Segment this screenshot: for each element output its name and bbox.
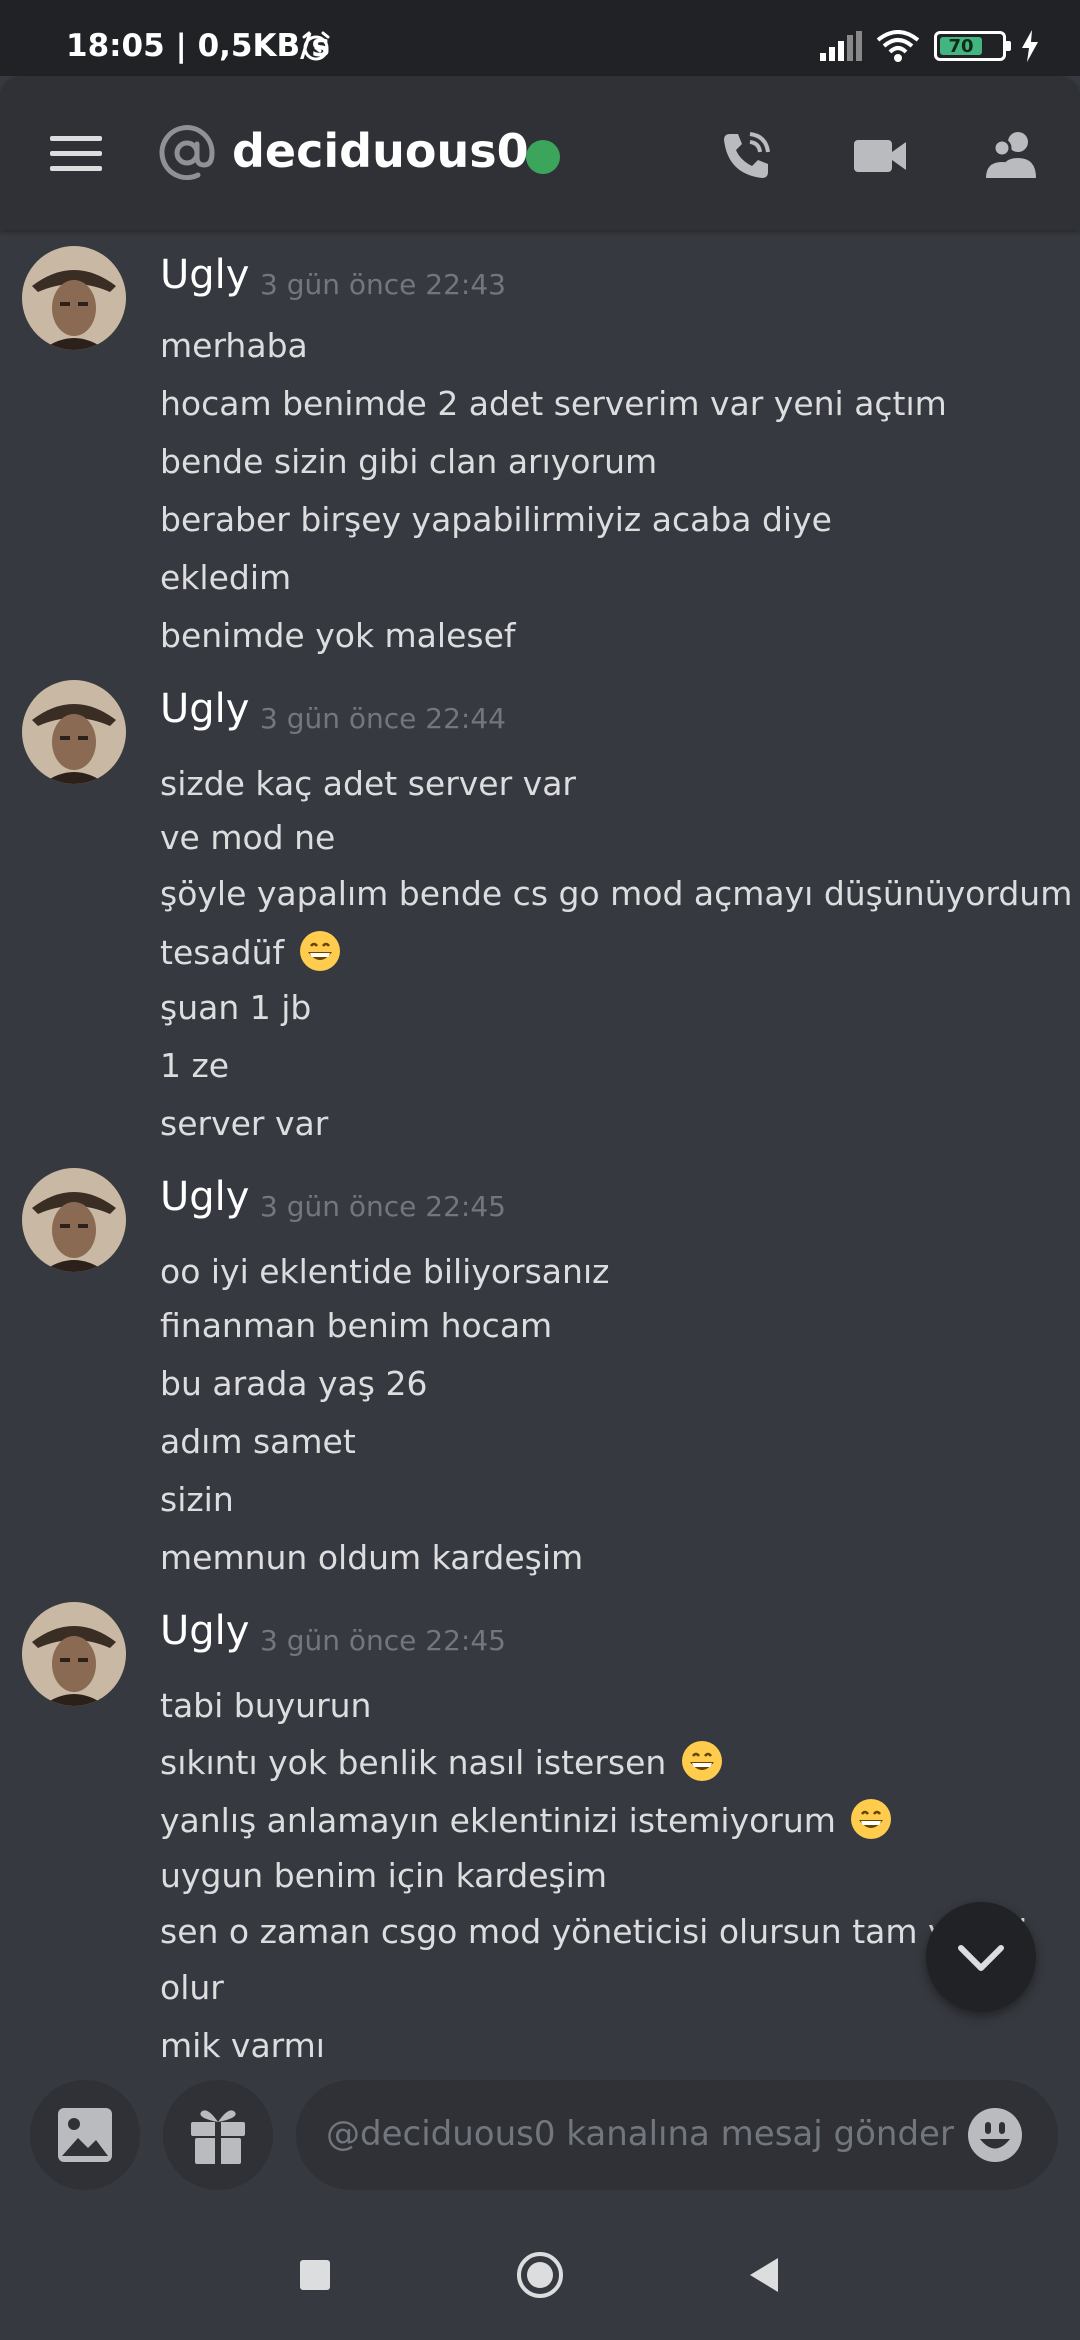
message-line: memnun oldum kardeşim [160, 1538, 584, 1577]
scroll-to-bottom-button[interactable] [926, 1902, 1036, 2012]
at-icon [159, 125, 215, 181]
message-text: sıkıntı yok benlik nasıl istersen [160, 1743, 667, 1782]
status-icons: 70 [818, 30, 1040, 62]
message-timestamp: 3 gün önce 22:44 [260, 702, 506, 735]
channel-header: deciduous0 [0, 76, 1080, 230]
battery-level: 70 [940, 36, 982, 57]
message-text: tesadüf [160, 933, 285, 972]
channel-name[interactable]: deciduous0 [232, 124, 529, 178]
grin-emoji-icon [299, 931, 340, 971]
signal-icon [820, 31, 862, 61]
avatar[interactable] [22, 1602, 126, 1706]
message-timestamp: 3 gün önce 22:45 [260, 1624, 506, 1657]
message-line: oo iyi eklentide biliyorsanız [160, 1252, 610, 1291]
message-line: şuan 1 jb [160, 988, 312, 1027]
message-line: sizde kaç adet server var [160, 764, 576, 803]
wifi-icon [876, 30, 920, 62]
gift-button[interactable] [163, 2080, 273, 2190]
message-line: hocam benimde 2 adet serverim var yeni a… [160, 384, 947, 423]
message-line: mik varmı [160, 2026, 325, 2060]
home-button[interactable] [515, 2250, 565, 2300]
status-bar: 18:05 | 0,5KB/s 70 [0, 0, 1080, 76]
battery-icon: 70 [934, 31, 1011, 61]
call-icon[interactable] [718, 128, 774, 184]
message-line: bu arada yaş 26 [160, 1364, 428, 1403]
charging-icon [1022, 30, 1038, 62]
system-navigation-bar [0, 2210, 1080, 2340]
chevron-down-icon [958, 1945, 1004, 1971]
message-line: ve mod ne [160, 818, 336, 857]
message-line: şöyle yapalım bende cs go mod açmayı düş… [160, 874, 1073, 913]
message-text: yanlış anlamayın eklentinizi istemiyorum [160, 1801, 836, 1840]
avatar[interactable] [22, 1168, 126, 1272]
message-line: bende sizin gibi clan arıyorum [160, 442, 658, 481]
grin-emoji-icon [851, 1799, 892, 1839]
message-line: finanman benim hocam [160, 1306, 553, 1345]
menu-icon[interactable] [50, 136, 102, 172]
message-line: server var [160, 1104, 329, 1143]
alarm-icon [302, 31, 330, 61]
message-line: 1 ze [160, 1046, 230, 1085]
message-line: uygun benim için kardeşim [160, 1856, 608, 1895]
message-line: benimde yok malesef [160, 616, 516, 655]
message-line: beraber birşey yapabilirmiyiz acaba diye [160, 500, 832, 539]
message-author[interactable]: Ugly [160, 1174, 249, 1220]
message-line: ekledim [160, 558, 292, 597]
video-icon[interactable] [852, 128, 908, 184]
members-icon[interactable] [984, 128, 1040, 184]
message-line: olur [160, 1968, 224, 2007]
message-line: yanlış anlamayın eklentinizi istemiyorum [160, 1798, 892, 1840]
image-icon [58, 2108, 112, 2162]
avatar[interactable] [22, 680, 126, 784]
message-author[interactable]: Ugly [160, 252, 249, 298]
status-time: 18:05 | 0,5KB/s [66, 28, 330, 64]
message-line: merhaba [160, 326, 308, 365]
message-input-placeholder: @deciduous0 kanalına mesaj gönder [326, 2114, 954, 2154]
message-author[interactable]: Ugly [160, 686, 249, 732]
avatar[interactable] [22, 246, 126, 350]
online-status-dot [526, 140, 560, 174]
message-line: tabi buyurun [160, 1686, 372, 1725]
message-line: sen o zaman csgo mod yöneticisi olursun … [160, 1912, 1028, 1951]
back-button[interactable] [740, 2250, 790, 2300]
message-timestamp: 3 gün önce 22:45 [260, 1190, 506, 1223]
message-timestamp: 3 gün önce 22:43 [260, 268, 506, 301]
grin-emoji-icon [681, 1741, 722, 1781]
message-composer: @deciduous0 kanalına mesaj gönder [0, 2060, 1080, 2210]
recents-button[interactable] [290, 2250, 340, 2300]
attach-image-button[interactable] [30, 2080, 140, 2190]
message-list[interactable]: Ugly 3 gün önce 22:43 merhaba hocam beni… [0, 230, 1080, 2060]
emoji-icon[interactable] [966, 2106, 1024, 2164]
message-line: tesadüf [160, 930, 341, 972]
message-input[interactable]: @deciduous0 kanalına mesaj gönder [296, 2080, 1058, 2190]
gift-icon [191, 2110, 245, 2164]
message-line: sizin [160, 1480, 234, 1519]
message-author[interactable]: Ugly [160, 1608, 249, 1654]
message-line: sıkıntı yok benlik nasıl istersen [160, 1740, 723, 1782]
message-line: adım samet [160, 1422, 356, 1461]
